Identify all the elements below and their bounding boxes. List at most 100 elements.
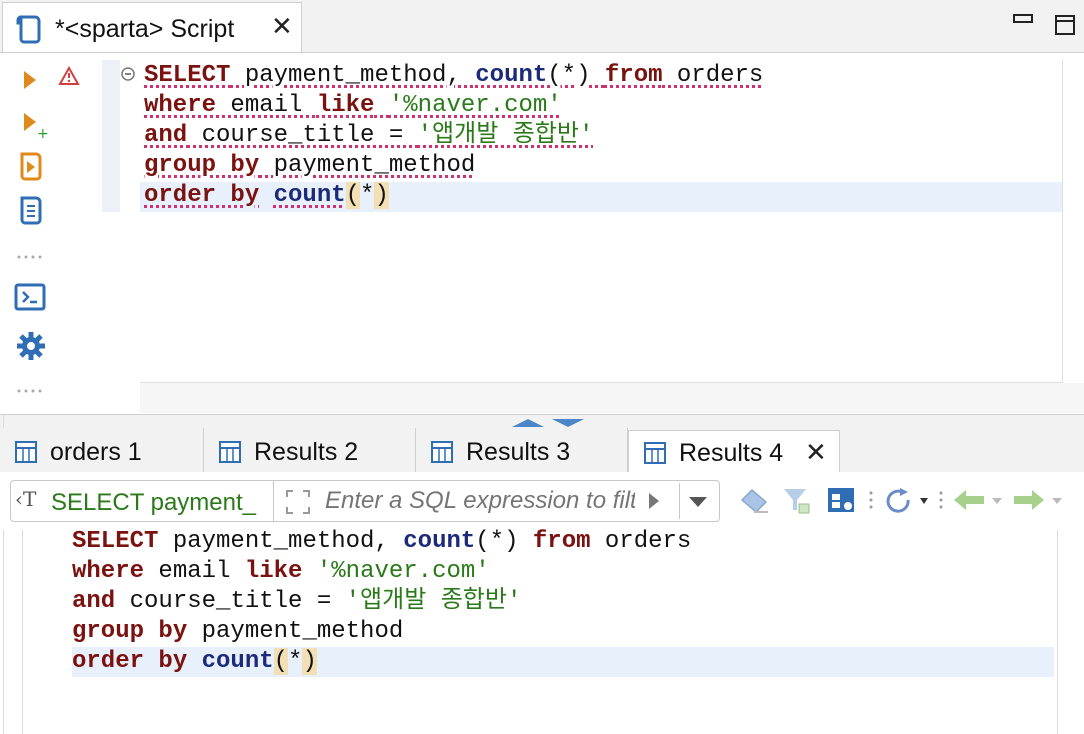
tab-results-3[interactable]: Results 3 bbox=[416, 428, 628, 472]
filter-box: ‹T SELECT payment_ bbox=[10, 480, 720, 522]
tab-label: orders 1 bbox=[50, 438, 142, 466]
divider bbox=[679, 483, 680, 519]
code-token: course_title = bbox=[187, 122, 418, 149]
code-token: order by bbox=[72, 648, 188, 675]
script-icon bbox=[15, 13, 45, 50]
separator-dots-icon bbox=[16, 247, 46, 265]
separator-icon bbox=[938, 490, 944, 519]
gear-icon[interactable] bbox=[16, 331, 46, 366]
code-token: and bbox=[144, 122, 188, 149]
code-token: '앱개발 종합반' bbox=[417, 122, 594, 149]
filter-expression-input[interactable] bbox=[325, 485, 635, 517]
code-token: '%naver.com' bbox=[316, 558, 490, 585]
tab-label: Results 4 bbox=[679, 439, 784, 467]
code-token: like bbox=[316, 92, 375, 119]
code-token: ( bbox=[345, 182, 361, 209]
refresh-icon[interactable] bbox=[882, 486, 930, 521]
chevron-down-icon[interactable] bbox=[687, 495, 709, 514]
separator-icon bbox=[868, 490, 874, 519]
close-icon[interactable]: ✕ bbox=[271, 13, 293, 39]
code-token: count bbox=[403, 528, 476, 555]
eraser-icon[interactable] bbox=[738, 486, 770, 521]
tab-results-4[interactable]: Results 4 ✕ bbox=[628, 430, 840, 472]
code-token: order by bbox=[144, 182, 260, 209]
code-token: SELECT bbox=[144, 62, 231, 89]
code-line: group by payment_method bbox=[144, 151, 763, 181]
results-sql-code[interactable]: SELECT payment_method, count(*) from ord… bbox=[72, 527, 691, 677]
code-token: group by bbox=[72, 618, 188, 645]
code-token: where bbox=[72, 558, 145, 585]
code-token: '%naver.com' bbox=[388, 92, 562, 119]
code-token: payment_method bbox=[187, 618, 404, 645]
collapse-icon[interactable] bbox=[120, 66, 136, 87]
filter-icon[interactable] bbox=[782, 486, 814, 521]
tab-label: Results 3 bbox=[466, 438, 571, 466]
code-token: '앱개발 종합반' bbox=[345, 588, 522, 615]
code-line: where email like '%naver.com' bbox=[144, 91, 763, 121]
code-token: orders bbox=[590, 528, 692, 555]
code-token: (*) bbox=[547, 62, 605, 89]
tab-script-label: *<sparta> Script bbox=[55, 15, 235, 43]
back-arrow-icon[interactable] bbox=[952, 488, 1008, 519]
code-token: and bbox=[72, 588, 116, 615]
execute-script-icon[interactable] bbox=[16, 151, 46, 188]
sql-query-icon: ‹T bbox=[15, 487, 37, 511]
apply-filter-icon[interactable] bbox=[647, 491, 661, 516]
code-line: and course_title = '앱개발 종합반' bbox=[144, 121, 763, 151]
code-token: from bbox=[532, 528, 591, 555]
editor-ruler bbox=[102, 60, 120, 212]
warning-icon bbox=[58, 65, 80, 91]
code-line: where email like '%naver.com' bbox=[72, 557, 691, 587]
query-text-label[interactable]: SELECT payment_ bbox=[51, 489, 279, 517]
table-icon bbox=[218, 440, 242, 469]
code-token: orders bbox=[662, 62, 764, 89]
maximize-icon[interactable] bbox=[1054, 14, 1076, 42]
code-token: * bbox=[288, 648, 303, 675]
tab-script[interactable]: *<sparta> Script ✕ bbox=[2, 2, 302, 52]
table-icon bbox=[14, 440, 38, 469]
code-line: SELECT payment_method, count(*) from ord… bbox=[144, 61, 763, 91]
terminal-icon[interactable] bbox=[14, 283, 46, 316]
execute-statement-icon[interactable] bbox=[22, 69, 38, 96]
execute-in-new-tab-icon[interactable]: + bbox=[22, 111, 49, 144]
code-token: count bbox=[273, 182, 346, 209]
editor-side-toolbar: + bbox=[0, 53, 62, 413]
code-token: course_title = bbox=[115, 588, 346, 615]
code-token: email bbox=[216, 92, 317, 119]
sql-code[interactable]: SELECT payment_method, count(*) from ord… bbox=[144, 61, 763, 211]
code-token: ) bbox=[374, 182, 389, 209]
script-list-icon[interactable] bbox=[16, 195, 46, 232]
expand-icon[interactable] bbox=[285, 489, 311, 520]
code-token: ( bbox=[273, 648, 289, 675]
code-token: SELECT bbox=[72, 528, 159, 555]
code-token: like bbox=[244, 558, 303, 585]
code-token: * bbox=[360, 182, 375, 209]
code-token: group by bbox=[144, 152, 260, 179]
code-line: group by payment_method bbox=[72, 617, 691, 647]
code-token: payment_method, bbox=[158, 528, 404, 555]
divider bbox=[273, 481, 274, 521]
tab-results-2[interactable]: Results 2 bbox=[204, 428, 416, 472]
table-icon bbox=[643, 441, 667, 470]
separator-dots-icon bbox=[16, 381, 46, 399]
tab-label: Results 2 bbox=[254, 438, 359, 466]
code-token: payment_method bbox=[259, 152, 476, 179]
close-icon[interactable]: ✕ bbox=[805, 437, 827, 468]
forward-arrow-icon[interactable] bbox=[1012, 488, 1068, 519]
minimize-icon[interactable] bbox=[1012, 8, 1034, 31]
panel-settings-icon[interactable] bbox=[826, 486, 858, 521]
code-line: order by count(*) bbox=[72, 647, 691, 677]
code-token: from bbox=[604, 62, 663, 89]
code-token: ) bbox=[302, 648, 317, 675]
code-token: where bbox=[144, 92, 217, 119]
code-line: SELECT payment_method, count(*) from ord… bbox=[72, 527, 691, 557]
tab-orders-1[interactable]: orders 1 bbox=[0, 428, 204, 472]
editor-footer-area bbox=[140, 383, 1084, 413]
code-token: count bbox=[475, 62, 548, 89]
results-tab-bar: orders 1 Results 2 Results 3 Results 4 ✕ bbox=[0, 428, 1084, 473]
code-token: (*) bbox=[475, 528, 533, 555]
